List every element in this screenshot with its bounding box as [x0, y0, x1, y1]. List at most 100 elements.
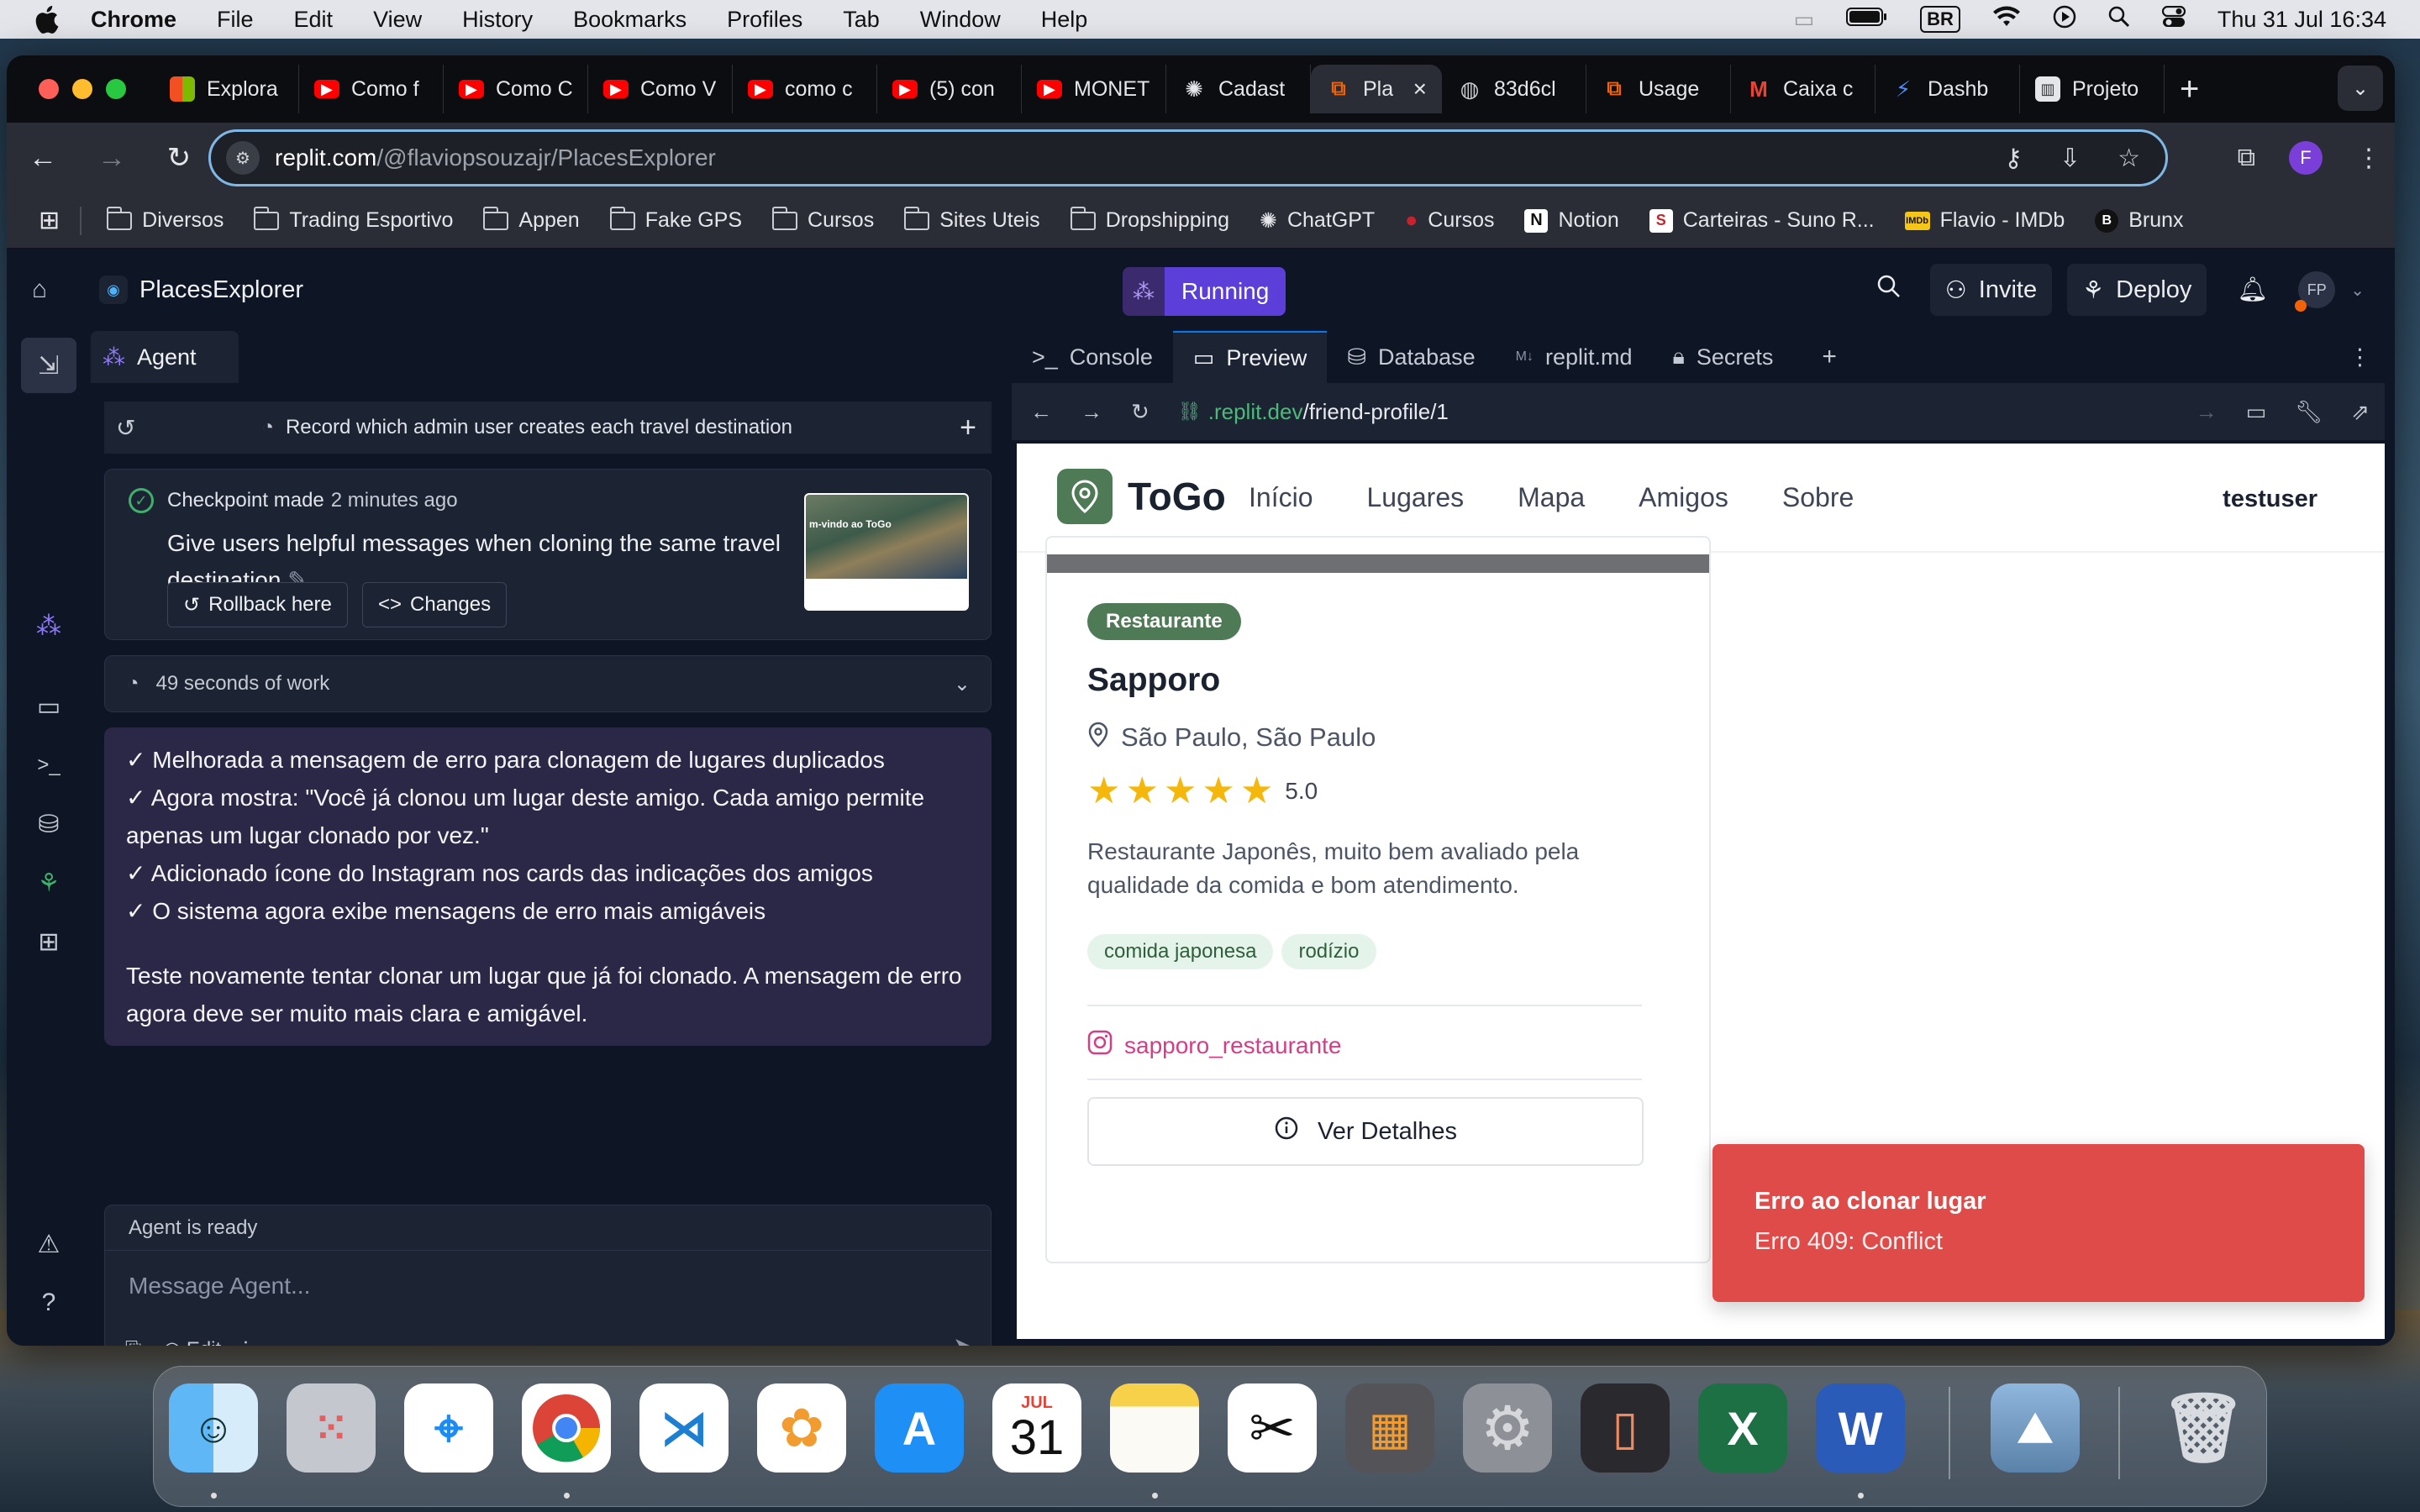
database-tool-icon[interactable]: ⛁ — [21, 796, 76, 852]
safari-icon[interactable]: ⌖ — [404, 1383, 493, 1473]
browser-tab-active[interactable]: ⧉ Pla × — [1311, 65, 1442, 113]
send-icon[interactable]: ➤ — [953, 1332, 974, 1346]
checkpoint-thumbnail[interactable]: m-vindo ao ToGo — [804, 493, 969, 611]
site-settings-icon[interactable]: ⚙ — [226, 141, 260, 175]
help-icon[interactable]: ? — [21, 1275, 76, 1331]
bookmark-link[interactable]: B Brunx — [2095, 208, 2184, 233]
vscode-icon[interactable]: ⋊ — [639, 1383, 729, 1473]
photos-icon[interactable]: ✿ — [757, 1383, 846, 1473]
browser-tab[interactable]: ◍ 83d6cl — [1442, 65, 1586, 113]
browser-tab[interactable]: ▶ Como f — [299, 65, 444, 113]
home-icon[interactable]: ⌂ — [32, 276, 67, 304]
bookmark-star-icon[interactable]: ☆ — [2118, 144, 2140, 173]
menu-file[interactable]: File — [217, 7, 254, 33]
reload-button[interactable]: ↻ — [166, 141, 192, 175]
calendar-icon[interactable]: JUL 31 — [992, 1383, 1081, 1473]
preview-forward-icon[interactable]: → — [1081, 399, 1102, 425]
menu-window[interactable]: Window — [920, 7, 1001, 33]
tab-preview[interactable]: ▭ Preview — [1172, 331, 1328, 383]
alerts-icon[interactable]: ⚠ — [21, 1216, 76, 1272]
preview-reload-icon[interactable]: ↻ — [1131, 399, 1150, 425]
iphone-mirroring-icon[interactable]: ▯ — [1581, 1383, 1670, 1473]
message-input[interactable]: Message Agent... — [105, 1251, 991, 1299]
menu-tab[interactable]: Tab — [843, 7, 880, 33]
new-chat-plus-icon[interactable]: + — [960, 412, 976, 444]
notes-icon[interactable] — [1110, 1383, 1199, 1473]
open-new-window-icon[interactable]: ⇗ — [2351, 399, 2370, 425]
menu-app-name[interactable]: Chrome — [91, 7, 176, 33]
error-toast[interactable]: Erro ao clonar lugar Erro 409: Conflict — [1712, 1144, 2365, 1302]
nav-link-inicio[interactable]: Início — [1249, 482, 1313, 513]
spotlight-search-icon[interactable] — [2108, 6, 2130, 34]
new-tab-button[interactable]: + — [2180, 71, 2199, 108]
go-arrow-icon[interactable]: → — [2196, 399, 2217, 425]
site-brand[interactable]: ToGo — [1128, 474, 1226, 519]
chrome-menu-icon[interactable]: ⋮ — [2356, 144, 2381, 173]
bookmark-link[interactable]: IMDb Flavio - IMDb — [1904, 208, 2065, 233]
tab-console[interactable]: >_ Console — [1012, 331, 1173, 383]
user-avatar[interactable]: FP — [2295, 271, 2336, 312]
menu-history[interactable]: History — [462, 7, 533, 33]
browser-tab[interactable]: ▶ Como V — [588, 65, 733, 113]
bookmark-folder[interactable]: Dropshipping — [1070, 206, 1229, 233]
add-tab-plus-icon[interactable]: + — [1822, 343, 1837, 371]
search-icon[interactable] — [1876, 274, 1902, 306]
menu-clock[interactable]: Thu 31 Jul 16:34 — [2217, 7, 2386, 33]
project-switcher[interactable]: ◉ PlacesExplorer — [99, 276, 303, 304]
bookmark-link[interactable]: ✺ ChatGPT — [1260, 208, 1375, 234]
all-tools-icon[interactable]: ⊞ — [21, 914, 76, 969]
settings-sliders-icon[interactable]: ⫶ — [243, 1338, 248, 1347]
menu-bookmarks[interactable]: Bookmarks — [573, 7, 687, 33]
nav-link-mapa[interactable]: Mapa — [1518, 482, 1585, 513]
bookmark-link[interactable]: S Carteiras - Suno R... — [1649, 208, 1875, 233]
browser-tab[interactable]: ▶ Como C — [444, 65, 588, 113]
nav-link-sobre[interactable]: Sobre — [1782, 482, 1854, 513]
password-key-icon[interactable]: ⚷ — [2004, 144, 2023, 173]
devtools-wrench-icon[interactable]: 🔧︎ — [2295, 399, 2323, 425]
console-tool-icon[interactable]: >_ — [21, 738, 76, 793]
deploy-tool-icon[interactable]: ⚘ — [21, 855, 76, 911]
rollback-button[interactable]: ↺ Rollback here — [167, 582, 348, 627]
browser-tab[interactable]: ▶ MONET — [1022, 65, 1166, 113]
word-icon[interactable]: W — [1816, 1383, 1905, 1473]
menu-help[interactable]: Help — [1041, 7, 1088, 33]
map-pin-logo-icon[interactable] — [1057, 469, 1113, 524]
instagram-link[interactable]: sapporo_restaurante — [1087, 1030, 1341, 1061]
notifications-bell-icon[interactable]: 🔔︎ — [2237, 276, 2268, 304]
bookmark-link[interactable]: ● Cursos — [1405, 208, 1494, 233]
preview-app-icon[interactable]: ⛰ — [1991, 1383, 2080, 1473]
screen-mirroring-icon[interactable]: ▭ — [1793, 7, 1814, 33]
back-button[interactable]: ← — [29, 142, 57, 175]
capcut-icon[interactable]: ✂ — [1228, 1383, 1317, 1473]
bookmark-folder[interactable]: Sites Uteis — [904, 206, 1040, 233]
trash-icon[interactable]: 🗑︎ — [2159, 1383, 2248, 1473]
control-center-icon[interactable] — [2161, 5, 2186, 34]
address-bar[interactable]: ⚙ replit.com/@flaviopsouzajr/PlacesExplo… — [208, 129, 2168, 186]
forward-button[interactable]: → — [97, 142, 126, 175]
browser-tab[interactable]: ✺ Cadast — [1166, 65, 1311, 113]
work-summary[interactable]: ◔ 49 seconds of work ⌄ — [104, 655, 992, 712]
nav-link-amigos[interactable]: Amigos — [1639, 482, 1728, 513]
changes-button[interactable]: <> Changes — [362, 582, 508, 627]
bookmark-folder[interactable]: Fake GPS — [609, 206, 742, 233]
tab-search-button[interactable]: ⌄ — [2338, 66, 2383, 111]
devices-icon[interactable]: ▭ — [2246, 399, 2267, 425]
browser-tab[interactable]: ▥ Projeto — [2020, 65, 2165, 113]
menu-edit[interactable]: Edit — [294, 7, 334, 33]
now-playing-icon[interactable] — [2053, 5, 2076, 34]
system-settings-icon[interactable]: ⚙ — [1463, 1383, 1552, 1473]
apple-logo-icon[interactable] — [34, 5, 60, 34]
menu-view[interactable]: View — [373, 7, 422, 33]
launchpad-icon[interactable]: ⁙ — [287, 1383, 376, 1473]
profile-avatar[interactable]: F — [2289, 141, 2323, 175]
excel-icon[interactable]: X — [1698, 1383, 1787, 1473]
more-options-icon[interactable]: ⋮ — [2349, 344, 2371, 370]
finder-icon[interactable]: ☺ — [169, 1383, 258, 1473]
deploy-button[interactable]: ⚘ Deploy — [2067, 264, 2207, 316]
history-title[interactable]: Record which admin user creates each tra… — [286, 416, 792, 439]
browser-tab[interactable]: ⧉ Usage — [1586, 65, 1731, 113]
battery-icon[interactable] — [1846, 7, 1888, 33]
tab-replit-md[interactable]: M↓ replit.md — [1496, 331, 1653, 383]
run-status-button[interactable]: ⁂ Running — [1123, 267, 1286, 316]
app-store-icon[interactable]: A — [875, 1383, 964, 1473]
